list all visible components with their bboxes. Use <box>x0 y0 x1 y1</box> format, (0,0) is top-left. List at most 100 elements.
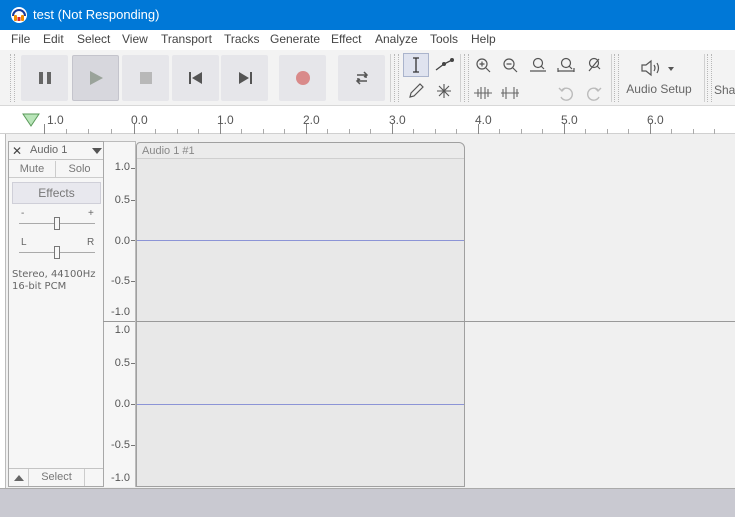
mute-button[interactable]: Mute <box>9 161 56 178</box>
stop-icon <box>139 72 152 84</box>
skip-to-start-button[interactable] <box>172 55 219 101</box>
vruler-tick <box>131 404 135 405</box>
speaker-icon <box>641 59 674 77</box>
share-audio-button[interactable]: Sha <box>714 83 735 97</box>
track-menu-chevron-down-icon[interactable] <box>92 148 102 154</box>
menu-help[interactable]: Help <box>471 32 496 46</box>
fit-selection-button[interactable] <box>525 53 551 77</box>
vruler-tick <box>131 281 135 282</box>
track-format-rate: Stereo, 44100Hz <box>12 269 96 280</box>
vruler-label: 0.5 <box>114 357 130 369</box>
effects-button[interactable]: Effects <box>12 182 101 204</box>
vruler-tick <box>131 363 135 364</box>
loop-button[interactable] <box>338 55 385 101</box>
trim-icon <box>474 87 492 99</box>
skip-to-end-icon <box>238 72 252 84</box>
menu-select[interactable]: Select <box>77 32 110 46</box>
edit-toolbar-grabber[interactable] <box>464 54 469 102</box>
channel-divider <box>136 321 735 322</box>
menu-file[interactable]: File <box>11 32 30 46</box>
gain-slider[interactable] <box>19 216 95 230</box>
transport-toolbar-grabber[interactable] <box>10 54 15 102</box>
timeline-ruler[interactable]: 1.0 0.0 1.0 2.0 3.0 4.0 5.0 6.0 <box>0 106 735 134</box>
ruler-major-tick <box>392 124 393 134</box>
ruler-label: 1.0 <box>47 113 64 127</box>
ruler-major-tick <box>306 124 307 134</box>
menu-edit[interactable]: Edit <box>43 32 64 46</box>
zoom-out-button[interactable] <box>497 53 523 77</box>
multi-tool-icon <box>437 84 451 98</box>
clip-name: Audio 1 #1 <box>142 145 195 157</box>
ruler-major-tick <box>478 124 479 134</box>
selection-tool-button[interactable] <box>403 53 429 77</box>
record-icon <box>295 71 310 85</box>
zoom-toggle-icon <box>588 57 601 72</box>
toolbar-separator <box>460 54 461 102</box>
trim-outside-button[interactable] <box>470 81 496 105</box>
record-button[interactable] <box>279 55 326 101</box>
ruler-major-tick <box>44 124 45 134</box>
solo-button[interactable]: Solo <box>56 161 103 178</box>
close-track-icon[interactable]: ✕ <box>12 144 22 158</box>
stop-button[interactable] <box>122 55 169 101</box>
ruler-major-tick <box>564 124 565 134</box>
multi-tool-button[interactable] <box>431 79 457 103</box>
draw-tool-button[interactable] <box>403 79 429 103</box>
ruler-major-tick <box>134 124 135 134</box>
vertical-ruler[interactable]: 1.0 0.5 0.0 -0.5 -1.0 1.0 0.5 0.0 -0.5 -… <box>103 141 136 487</box>
skip-to-start-icon <box>188 72 202 84</box>
play-button[interactable] <box>72 55 119 101</box>
vruler-label: 0.0 <box>114 398 130 410</box>
menu-effect[interactable]: Effect <box>331 32 361 46</box>
silence-selection-button[interactable] <box>497 81 523 105</box>
zoom-in-button[interactable] <box>470 53 496 77</box>
play-icon <box>89 71 103 85</box>
skip-to-end-button[interactable] <box>221 55 268 101</box>
pause-icon <box>38 72 51 84</box>
redo-button[interactable] <box>581 81 607 105</box>
pan-slider-thumb[interactable] <box>54 246 60 259</box>
gain-slider-thumb[interactable] <box>54 217 60 230</box>
track-name[interactable]: Audio 1 <box>30 144 67 156</box>
pencil-icon <box>409 83 424 98</box>
left-panel-edge <box>0 134 6 488</box>
audio-setup-button[interactable]: Audio Setup <box>619 55 699 101</box>
zoom-fit-icon <box>557 57 575 72</box>
ruler-major-tick <box>220 124 221 134</box>
menu-transport[interactable]: Transport <box>161 32 212 46</box>
track-area-bottom <box>0 488 735 517</box>
vruler-label: -1.0 <box>111 472 130 484</box>
vruler-label: -0.5 <box>111 275 130 287</box>
audacity-app-icon <box>11 7 27 23</box>
menu-analyze[interactable]: Analyze <box>375 32 418 46</box>
tools-toolbar-grabber[interactable] <box>394 54 399 102</box>
zoom-selection-icon <box>530 57 546 72</box>
share-toolbar-grabber[interactable] <box>707 54 712 102</box>
toolbar-separator <box>390 54 391 102</box>
play-head-triangle-icon[interactable] <box>22 113 40 127</box>
pause-button[interactable] <box>21 55 68 101</box>
vruler-label: -1.0 <box>111 306 130 318</box>
envelope-tool-button[interactable] <box>431 53 457 77</box>
clip-title-bar[interactable]: Audio 1 #1 <box>137 143 464 159</box>
vruler-label: 1.0 <box>114 324 130 336</box>
audio-clip[interactable]: Audio 1 #1 <box>136 142 465 487</box>
fit-project-button[interactable] <box>553 53 579 77</box>
zoom-toggle-button[interactable] <box>581 53 607 77</box>
undo-icon <box>558 87 573 101</box>
pan-slider[interactable] <box>19 245 95 259</box>
menu-tracks[interactable]: Tracks <box>224 32 260 46</box>
menu-tools[interactable]: Tools <box>430 32 458 46</box>
collapse-track-icon[interactable] <box>14 475 24 481</box>
ruler-major-tick <box>650 124 651 134</box>
menu-view[interactable]: View <box>122 32 148 46</box>
window-title: test (Not Responding) <box>33 7 160 22</box>
track-header: ✕ Audio 1 <box>9 142 103 160</box>
vruler-tick <box>131 168 135 169</box>
vruler-channel-divider <box>103 321 135 322</box>
undo-button[interactable] <box>553 81 579 105</box>
select-track-button[interactable]: Select <box>28 469 85 486</box>
track-footer: Select <box>9 468 103 486</box>
vruler-label: -0.5 <box>111 439 130 451</box>
menu-generate[interactable]: Generate <box>270 32 320 46</box>
